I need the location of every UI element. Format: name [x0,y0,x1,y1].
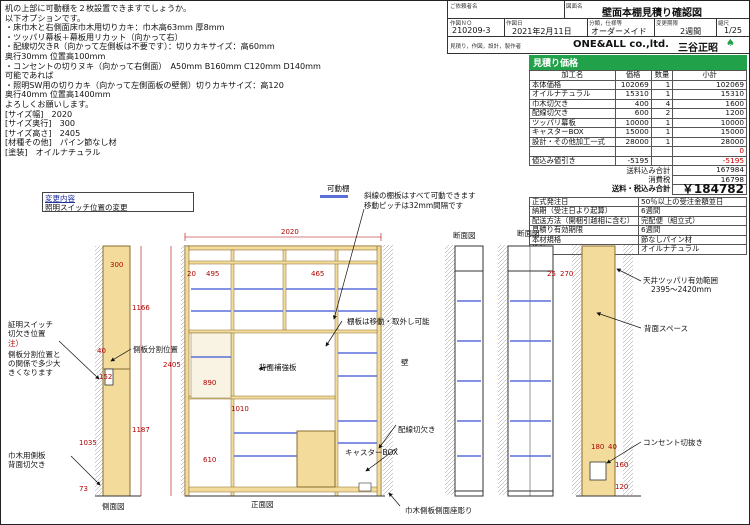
dim-73: 73 [79,485,88,493]
dim-depth: 300 [110,261,124,269]
label-back-space: 背面スペース [644,324,689,333]
dim-160: 160 [615,461,629,469]
label-ceiling-2: 2395～2420mm [651,285,712,294]
dim-1166: 1166 [132,304,150,312]
label-note-title: 注） [8,339,23,348]
dim-180: 180 [591,443,605,451]
label-baseboard-side: 巾木側板側面座彫り [405,506,473,515]
dim-20: 20 [187,270,196,278]
label-baseboard-cut-2: 背面切欠き [8,460,46,469]
dim-465: 465 [311,270,325,278]
dim-40b: 40 [608,443,617,451]
dim-1187: 1187 [132,426,150,434]
dim-610: 610 [203,456,217,464]
label-wiring-cut: 配線切欠き [398,425,436,434]
dim-890: 890 [203,379,217,387]
section-view-2 [507,245,554,497]
dim-40: 40 [97,347,106,355]
label-shelf-move: 棚板は移動・取外し可能 [347,317,430,326]
dim-152: 152 [99,373,113,381]
label-side-view: 側面図 [102,502,125,511]
dim-25: 25 [547,270,556,278]
label-section-2: 断面図 [517,229,540,238]
dim-270: 270 [560,270,574,278]
dim-1010: 1010 [231,405,249,413]
dim-width: 2020 [281,228,299,236]
label-back-board: 背面補強板 [259,363,297,372]
label-side-partition: 側板分割位置 [133,345,178,354]
label-section-1: 断面図 [453,231,476,240]
dim-495: 495 [206,270,220,278]
label-wall: 壁 [401,358,409,367]
section-view-1 [454,245,484,497]
label-outlet: コンセント切抜き [643,438,703,447]
dim-120: 120 [615,483,629,491]
label-caster-box: キャスターBOX [345,448,399,457]
dim-2405: 2405 [163,361,181,369]
dim-1035: 1035 [79,439,97,447]
label-note-3: きくなります [8,368,53,377]
drawing-sheet: 机の上部に可動棚を２枚設置できますでしょうか。 以下オプションです。 ・床巾木と右側… [0,0,750,525]
label-front-view: 正面図 [251,500,274,509]
